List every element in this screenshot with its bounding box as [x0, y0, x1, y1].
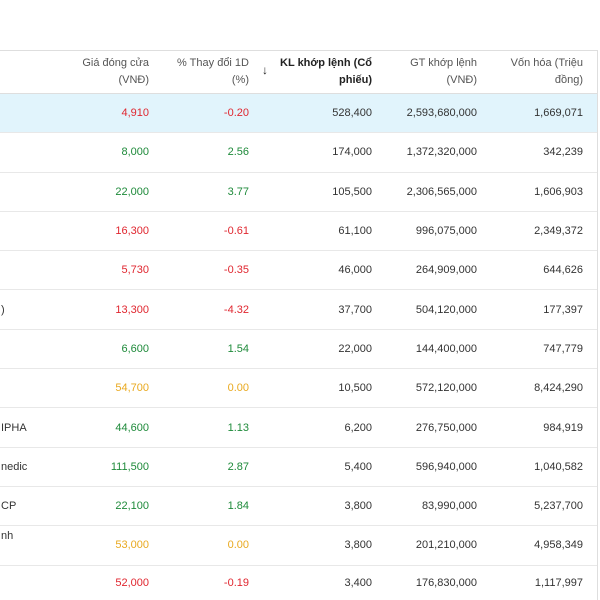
- market-cap: 4,958,349: [534, 539, 583, 552]
- matched-value: 144,400,000: [415, 342, 477, 355]
- header-line: GT khớp lệnh: [410, 57, 477, 69]
- header-line: Giá đóng cửa: [82, 57, 149, 69]
- stock-table: Giá đóng cửa (VNĐ) % Thay đổi 1D (%) ↓ K…: [0, 50, 598, 600]
- close-price: 8,000: [121, 146, 149, 159]
- matched-value: 2,593,680,000: [406, 107, 477, 120]
- change-percent: 1.84: [227, 500, 249, 513]
- close-price: 22,000: [115, 185, 149, 198]
- close-price: 5,730: [121, 264, 149, 277]
- close-price: 6,600: [121, 342, 149, 355]
- table-row[interactable]: IPHA 44,600 1.13 6,200 276,750,000 984,919: [0, 408, 597, 448]
- table-row[interactable]: CP 22,100 1.84 3,800 83,990,000 5,237,700: [0, 487, 597, 527]
- table-row[interactable]: 6,600 1.54 22,000 144,400,000 747,779: [0, 330, 597, 370]
- matched-volume: 46,000: [338, 264, 372, 277]
- matched-value: 276,750,000: [415, 421, 477, 434]
- table-row[interactable]: 5,730 -0.35 46,000 264,909,000 644,626: [0, 251, 597, 291]
- matched-volume: 3,800: [344, 500, 372, 513]
- change-percent: 0.00: [227, 382, 249, 395]
- market-cap: 644,626: [543, 264, 583, 277]
- matched-value: 596,940,000: [415, 460, 477, 473]
- column-header-matched-value[interactable]: GT khớp lệnh (VNĐ): [380, 55, 477, 89]
- market-cap: 177,397: [543, 303, 583, 316]
- matched-volume: 3,800: [344, 539, 372, 552]
- header-line: % Thay đổi 1D: [177, 57, 249, 69]
- market-cap: 8,424,290: [534, 382, 583, 395]
- table-row[interactable]: nh 53,000 0.00 3,800 201,210,000 4,958,349: [0, 526, 597, 566]
- matched-volume: 3,400: [344, 576, 372, 589]
- matched-value: 2,306,565,000: [406, 185, 477, 198]
- market-cap: 984,919: [543, 421, 583, 434]
- header-line: KL khớp lệnh (Cổ: [280, 57, 372, 69]
- change-percent: -0.20: [223, 107, 249, 120]
- close-price: 53,000: [115, 539, 149, 552]
- header-line: phiếu): [339, 74, 372, 86]
- matched-volume: 528,400: [332, 107, 372, 120]
- matched-value: 504,120,000: [415, 303, 477, 316]
- header-line: Vốn hóa (Triệu: [510, 57, 583, 69]
- table-row[interactable]: 4,910 -0.20 528,400 2,593,680,000 1,669,071: [0, 94, 597, 134]
- column-header-matched-volume[interactable]: ↓ KL khớp lệnh (Cổ phiếu): [258, 55, 372, 89]
- close-price: 111,500: [110, 460, 149, 473]
- header-line: (VNĐ): [118, 74, 149, 86]
- matched-volume: 105,500: [332, 185, 372, 198]
- matched-value: 201,210,000: [415, 539, 477, 552]
- column-header-change-1d[interactable]: % Thay đổi 1D (%): [160, 55, 249, 89]
- table-row[interactable]: nedic 111,500 2.87 5,400 596,940,000 1,040,58…: [0, 448, 597, 487]
- header-line: (%): [231, 74, 249, 86]
- change-percent: 2.87: [227, 460, 249, 473]
- matched-volume: 5,400: [344, 460, 372, 473]
- market-cap: 747,779: [543, 342, 583, 355]
- matched-value: 264,909,000: [415, 264, 477, 277]
- matched-volume: 174,000: [332, 146, 372, 159]
- table-row[interactable]: 8,000 2.56 174,000 1,372,320,000 342,239: [0, 133, 597, 173]
- close-price: 22,100: [115, 500, 149, 513]
- column-header-close-price[interactable]: Giá đóng cửa (VNĐ): [60, 55, 149, 89]
- table-row[interactable]: 16,300 -0.61 61,100 996,075,000 2,349,372: [0, 212, 597, 252]
- matched-volume: 22,000: [338, 342, 372, 355]
- matched-value: 176,830,000: [415, 576, 477, 589]
- market-cap: 1,606,903: [534, 185, 583, 198]
- market-cap: 5,237,700: [534, 500, 583, 513]
- header-line: đồng): [554, 74, 583, 86]
- matched-value: 572,120,000: [415, 382, 477, 395]
- matched-value: 83,990,000: [421, 500, 477, 513]
- table-header: Giá đóng cửa (VNĐ) % Thay đổi 1D (%) ↓ K…: [0, 51, 597, 94]
- change-percent: 0.00: [227, 539, 249, 552]
- close-price: 4,910: [121, 107, 149, 120]
- change-percent: 1.54: [227, 342, 249, 355]
- market-cap: 342,239: [543, 146, 583, 159]
- matched-value: 996,075,000: [415, 225, 477, 238]
- market-cap: 1,117,997: [534, 576, 583, 589]
- table-row[interactable]: ) 13,300 -4.32 37,700 504,120,000 177,397: [0, 290, 597, 330]
- close-price: 16,300: [115, 225, 149, 238]
- table-body: 4,910 -0.20 528,400 2,593,680,000 1,669,071 8…: [0, 94, 597, 600]
- column-header-market-cap[interactable]: Vốn hóa (Triệu đồng): [485, 55, 583, 89]
- close-price: 13,300: [115, 303, 149, 316]
- change-percent: -4.32: [223, 303, 249, 316]
- market-cap: 1,040,582: [534, 460, 583, 473]
- matched-value: 1,372,320,000: [406, 146, 477, 159]
- change-percent: -0.61: [223, 225, 249, 238]
- market-cap: 2,349,372: [534, 225, 583, 238]
- table-row[interactable]: 52,000 -0.19 3,400 176,830,000 1,117,997: [0, 566, 597, 600]
- close-price: 54,700: [115, 382, 149, 395]
- header-line: (VNĐ): [446, 74, 477, 86]
- change-percent: 2.56: [227, 146, 249, 159]
- matched-volume: 10,500: [338, 382, 372, 395]
- close-price: 52,000: [115, 576, 149, 589]
- table-row[interactable]: 22,000 3.77 105,500 2,306,565,000 1,606,903: [0, 173, 597, 212]
- change-percent: -0.19: [223, 576, 249, 589]
- matched-volume: 61,100: [338, 225, 372, 238]
- matched-volume: 37,700: [338, 303, 372, 316]
- arrow-down-icon[interactable]: ↓: [262, 62, 268, 79]
- change-percent: -0.35: [223, 264, 249, 277]
- matched-volume: 6,200: [344, 421, 372, 434]
- market-cap: 1,669,071: [534, 107, 583, 120]
- close-price: 44,600: [115, 421, 149, 434]
- change-percent: 1.13: [227, 421, 249, 434]
- table-row[interactable]: 54,700 0.00 10,500 572,120,000 8,424,290: [0, 369, 597, 409]
- change-percent: 3.77: [227, 185, 249, 198]
